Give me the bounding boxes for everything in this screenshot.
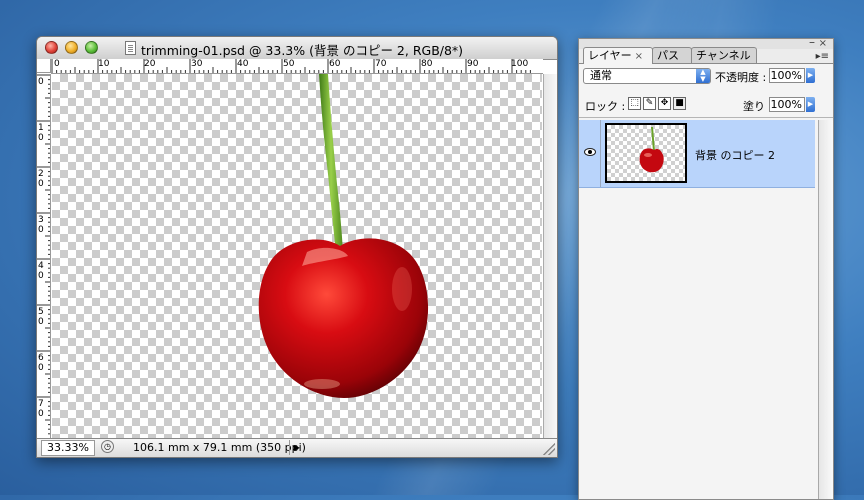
fill-field[interactable]: 100% [769,97,805,112]
window-titlebar[interactable]: trimming-01.psd @ 33.3% (背景 のコピー 2, RGB/… [37,37,557,60]
tab-layers[interactable]: レイヤー × [583,47,653,64]
lock-position-icon[interactable]: ✥ [658,97,671,110]
lock-all-icon[interactable]: ■ [673,97,686,110]
ruler-label: 90 [467,59,479,69]
eye-icon [584,148,596,156]
blend-mode-select[interactable]: 通常 ▲ ▼ [583,68,711,84]
ruler-label: 7 [38,399,44,409]
resize-grip-icon[interactable] [543,443,555,455]
layer-thumbnail [605,123,687,183]
document-size-info: 106.1 mm x 79.1 mm (350 ppi) [133,441,306,454]
close-window-button[interactable] [45,41,58,54]
status-menu-arrow-icon[interactable]: ▶ [289,440,304,455]
zoom-level-field[interactable]: 33.33% [41,440,95,456]
cherry-image [258,74,429,398]
layer-name: 背景 のコピー 2 [695,149,775,162]
document-window: trimming-01.psd @ 33.3% (背景 のコピー 2, RGB/… [36,36,558,458]
ruler-label: 0 [38,409,44,419]
divider [579,117,833,118]
ruler-label: 4 [38,261,44,271]
ruler-label: 1 [38,123,44,133]
layers-palette: – × レイヤー × パス チャンネル ▸≡ 通常 ▲ ▼ 不透明度 : 100% … [578,35,834,500]
opacity-label: 不透明度 : [715,71,767,84]
vertical-scrollbar[interactable] [543,74,557,438]
ruler-label: 0 [38,225,44,235]
lock-label: ロック : [585,100,626,113]
select-arrows-icon: ▲ ▼ [696,69,710,83]
layer-visibility-toggle[interactable] [579,120,601,187]
tab-paths[interactable]: パス [652,47,692,63]
vertical-ruler[interactable]: 0 1 0 2 0 3 0 4 0 5 0 6 0 7 0 [37,74,51,438]
layer-row[interactable]: 背景 のコピー 2 [579,120,815,188]
tab-channels[interactable]: チャンネル [691,47,757,63]
ruler-label: 50 [283,59,295,69]
ruler-label: 5 [38,307,44,317]
ruler-label: 0 [38,317,44,327]
document-proxy-icon[interactable] [125,41,136,55]
ruler-label: 30 [191,59,203,69]
ruler-label: 6 [38,353,44,363]
ruler-label: 0 [38,363,44,373]
ruler-label: 0 [38,77,44,87]
ruler-label: 80 [421,59,433,69]
status-options-icon[interactable]: ◷ [101,440,114,453]
ruler-label: 40 [237,59,249,69]
ruler-label: 70 [375,59,387,69]
tab-label: パス [657,49,679,62]
palette-collapse-icon[interactable]: – [809,35,815,49]
ruler-label: 0 [38,179,44,189]
ruler-label: 10 [98,59,110,69]
palette-close-icon[interactable]: × [819,38,827,49]
ruler-label: 3 [38,215,44,225]
ruler-label: 2 [38,169,44,179]
status-bar: 33.33% ◷ 106.1 mm x 79.1 mm (350 ppi) ▶ [37,438,557,457]
palette-body: 通常 ▲ ▼ 不透明度 : 100% ▶ ロック : ⬚ ✎ ✥ ■ 塗り : 1… [579,63,833,499]
tab-label: レイヤー [588,49,632,62]
ruler-origin[interactable] [37,59,51,73]
ruler-label: 0 [38,133,44,143]
fill-label: 塗り : [743,100,773,113]
ruler-label: 100 [511,59,529,69]
tab-label: チャンネル [696,49,751,62]
minimize-window-button[interactable] [65,41,78,54]
blend-mode-value: 通常 [590,69,612,82]
palette-menu-icon[interactable]: ▸≡ [816,51,829,62]
ruler-label: 20 [144,59,156,69]
lock-transparent-pixels-icon[interactable]: ⬚ [628,97,641,110]
horizontal-ruler[interactable]: 0 10 20 30 40 50 60 70 80 90 100 [51,59,543,74]
opacity-slider-arrow-icon[interactable]: ▶ [806,68,815,83]
image-canvas[interactable] [52,74,542,438]
ruler-label: 60 [329,59,341,69]
thumbnail-cherry [639,127,664,173]
ruler-label: 0 [38,271,44,281]
fill-slider-arrow-icon[interactable]: ▶ [806,97,815,112]
ruler-label: 0 [54,59,60,69]
lock-image-pixels-icon[interactable]: ✎ [643,97,656,110]
tab-close-icon[interactable]: × [635,51,643,62]
window-title: trimming-01.psd @ 33.3% (背景 のコピー 2, RGB/… [141,43,464,58]
layers-list-scrollbar[interactable] [818,120,833,499]
zoom-window-button[interactable] [85,41,98,54]
opacity-field[interactable]: 100% [769,68,805,83]
